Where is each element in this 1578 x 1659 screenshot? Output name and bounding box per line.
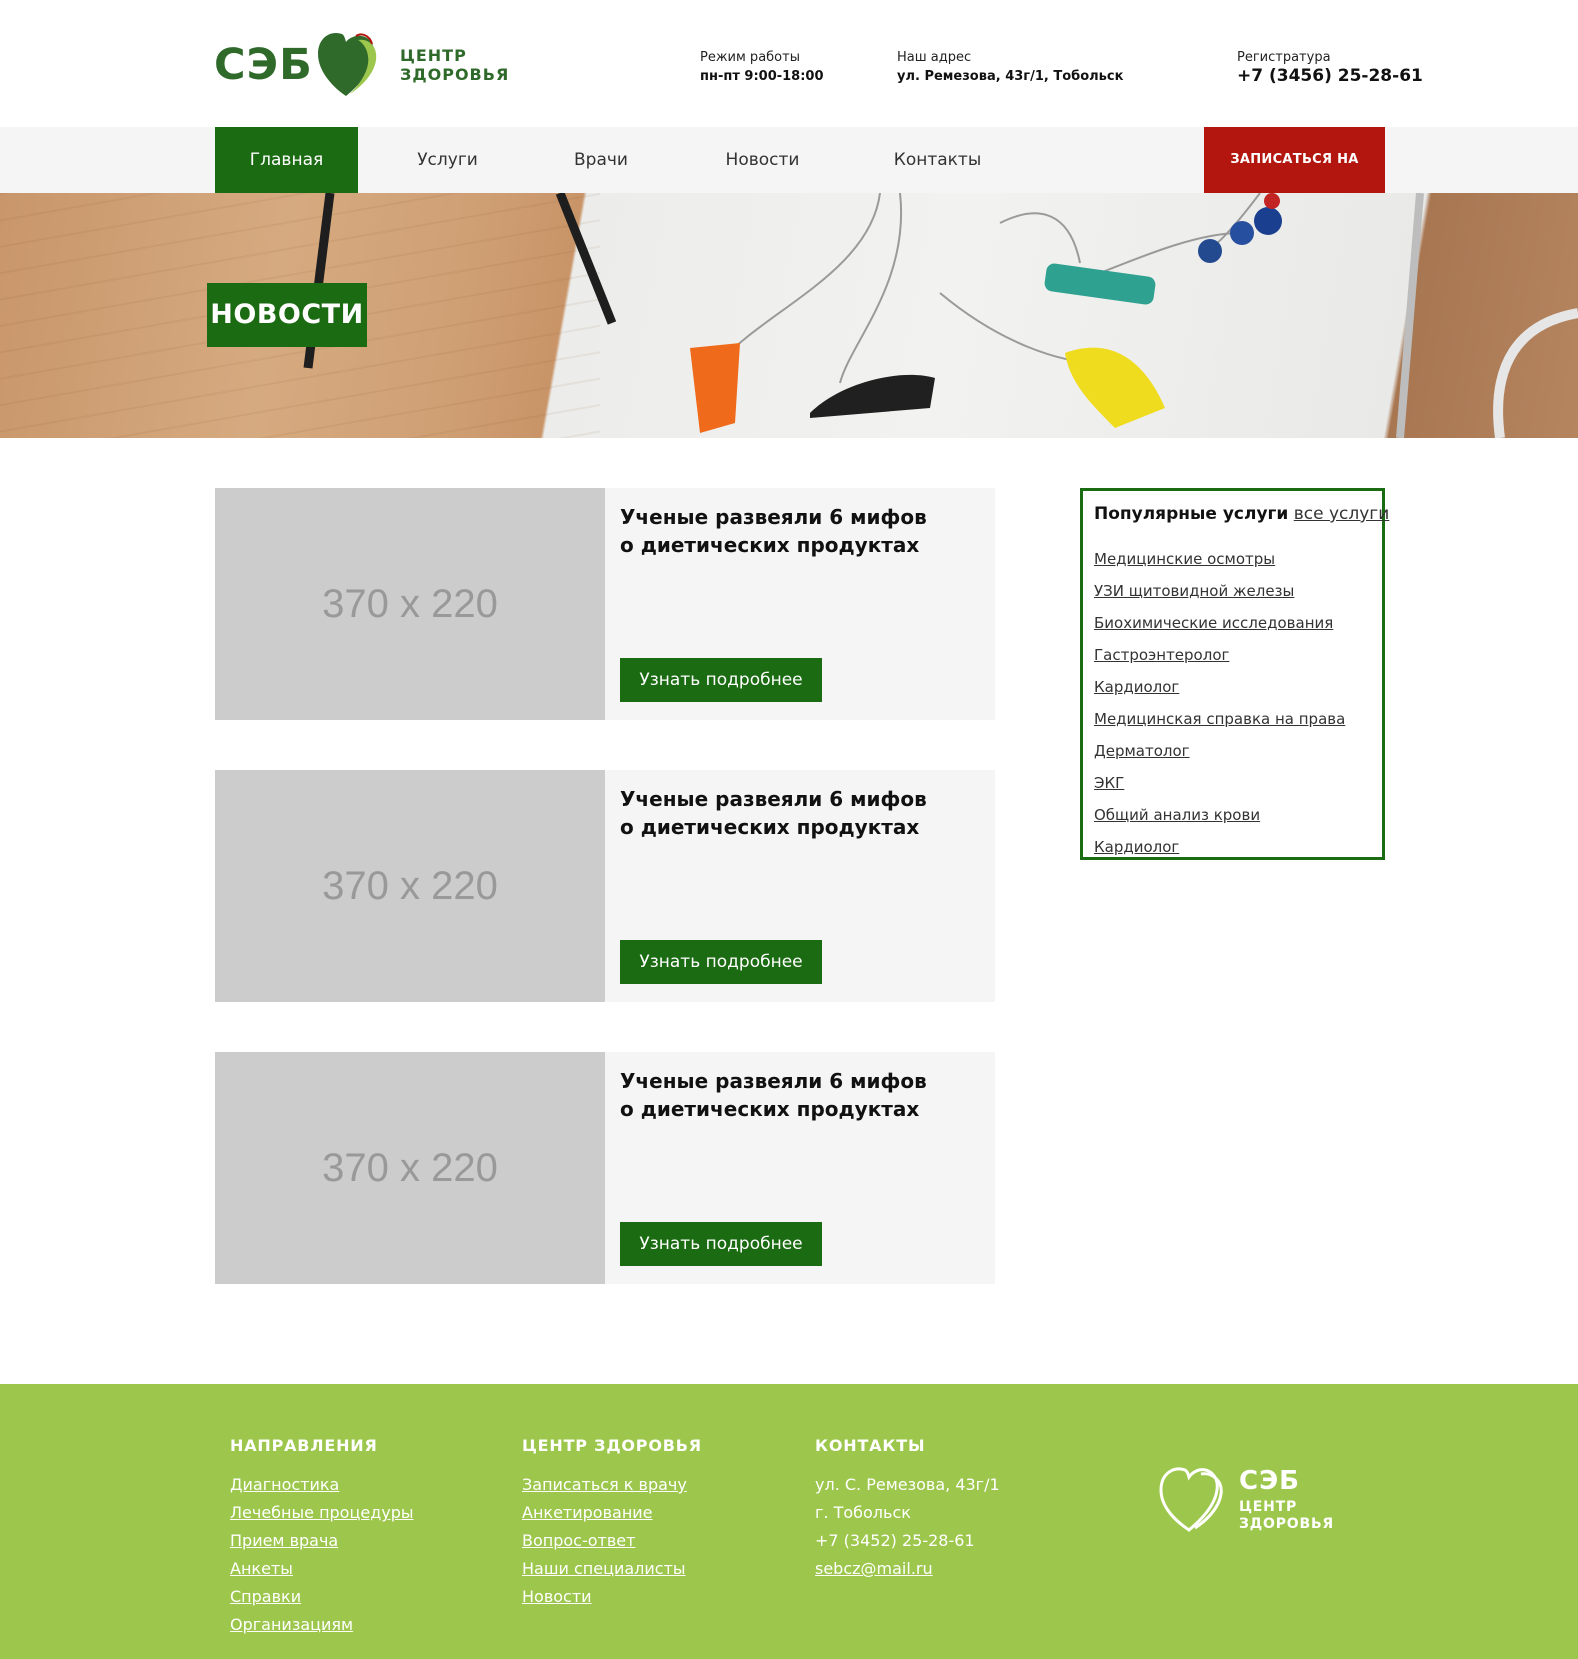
main-nav: Главная Услуги Врачи Новости Контакты ЗА… bbox=[0, 127, 1578, 233]
logo-line-1: ЦЕНТР bbox=[400, 46, 467, 65]
service-link[interactable]: Кардиолог bbox=[1094, 831, 1345, 863]
news-title-line-2: о диетических продуктах bbox=[620, 1097, 920, 1121]
footer-heart-logo-icon bbox=[1159, 1467, 1223, 1532]
nav-item-news[interactable]: Новости bbox=[700, 127, 825, 193]
nav-item-contacts[interactable]: Контакты bbox=[870, 127, 1005, 193]
service-link[interactable]: Кардиолог bbox=[1094, 671, 1345, 703]
news-title-line-2: о диетических продуктах bbox=[620, 533, 920, 557]
footer-directions-title: НАПРАВЛЕНИЯ bbox=[230, 1436, 378, 1455]
news-card: 370 x 220 Ученые развеяли 6 мифов о диет… bbox=[215, 1052, 995, 1284]
footer-logo[interactable]: СЭБ ЦЕНТР ЗДОРОВЬЯ bbox=[1157, 1464, 1333, 1536]
footer-link[interactable]: Организациям bbox=[230, 1611, 414, 1639]
logo-line-2: ЗДОРОВЬЯ bbox=[400, 65, 510, 84]
footer-contacts: КОНТАКТЫ ул. С. Ремезова, 43г/1 г. Тобол… bbox=[815, 1436, 1000, 1583]
registry-info: Регистратура +7 (3456) 25-28-61 bbox=[1237, 48, 1423, 86]
footer-health-center: ЦЕНТР ЗДОРОВЬЯ Записаться к врачу Анкети… bbox=[522, 1436, 702, 1611]
news-title-line-1: Ученые развеяли 6 мифов bbox=[620, 1069, 927, 1093]
popular-services-panel: Популярные услуги все услуги Медицинские… bbox=[1080, 488, 1389, 863]
footer-email-link[interactable]: sebcz@mail.ru bbox=[815, 1555, 1000, 1583]
footer-directions: НАПРАВЛЕНИЯ Диагностика Лечебные процеду… bbox=[230, 1436, 414, 1639]
service-link[interactable]: Медицинская справка на права bbox=[1094, 703, 1345, 735]
news-title[interactable]: Ученые развеяли 6 мифов о диетических пр… bbox=[620, 785, 960, 841]
working-hours-label: Режим работы bbox=[700, 50, 800, 65]
service-link[interactable]: Гастроэнтеролог bbox=[1094, 639, 1345, 671]
popular-services-list: Медицинские осмотры УЗИ щитовидной желез… bbox=[1094, 543, 1345, 863]
footer-address-line-1: ул. С. Ремезова, 43г/1 bbox=[815, 1475, 1000, 1494]
popular-services-title: Популярные услуги bbox=[1094, 504, 1289, 524]
read-more-button[interactable]: Узнать подробнее bbox=[620, 658, 822, 702]
nav-item-home[interactable]: Главная bbox=[215, 127, 358, 193]
nav-item-doctors[interactable]: Врачи bbox=[545, 127, 657, 193]
footer-logo-abbreviation: СЭБ bbox=[1239, 1466, 1300, 1496]
read-more-button[interactable]: Узнать подробнее bbox=[620, 940, 822, 984]
footer-link[interactable]: Прием врача bbox=[230, 1527, 414, 1555]
footer-link[interactable]: Лечебные процедуры bbox=[230, 1499, 414, 1527]
registry-label: Регистратура bbox=[1237, 50, 1331, 65]
footer-link[interactable]: Диагностика bbox=[230, 1471, 414, 1499]
nav-item-services[interactable]: Услуги bbox=[390, 127, 505, 193]
site-footer: НАПРАВЛЕНИЯ Диагностика Лечебные процеду… bbox=[0, 1384, 1578, 1659]
hero-banner: НОВОСТИ bbox=[0, 193, 1578, 438]
news-title-line-2: о диетических продуктах bbox=[620, 815, 920, 839]
news-title-line-1: Ученые развеяли 6 мифов bbox=[620, 787, 927, 811]
logo-abbreviation: СЭБ bbox=[214, 40, 313, 90]
service-link[interactable]: Общий анализ крови bbox=[1094, 799, 1345, 831]
footer-link[interactable]: Новости bbox=[522, 1583, 702, 1611]
address-info: Наш адрес ул. Ремезова, 43г/1, Тобольск bbox=[897, 48, 1123, 86]
footer-link[interactable]: Анкеты bbox=[230, 1555, 414, 1583]
footer-logo-line-1: ЦЕНТР bbox=[1239, 1499, 1298, 1515]
footer-address-line-2: г. Тобольск bbox=[815, 1503, 911, 1522]
footer-link[interactable]: Наши специалисты bbox=[522, 1555, 702, 1583]
read-more-button[interactable]: Узнать подробнее bbox=[620, 1222, 822, 1266]
popular-services-header: Популярные услуги все услуги bbox=[1094, 504, 1389, 524]
news-image-placeholder[interactable]: 370 x 220 bbox=[215, 488, 605, 720]
service-link[interactable]: Дерматолог bbox=[1094, 735, 1345, 767]
news-title[interactable]: Ученые развеяли 6 мифов о диетических пр… bbox=[620, 1067, 960, 1123]
footer-link[interactable]: Вопрос-ответ bbox=[522, 1527, 702, 1555]
news-card: 370 x 220 Ученые развеяли 6 мифов о диет… bbox=[215, 488, 995, 720]
hero-title: НОВОСТИ bbox=[207, 283, 367, 347]
news-image-placeholder[interactable]: 370 x 220 bbox=[215, 1052, 605, 1284]
footer-health-center-title: ЦЕНТР ЗДОРОВЬЯ bbox=[522, 1436, 702, 1455]
footer-link[interactable]: Справки bbox=[230, 1583, 414, 1611]
footer-logo-line-2: ЗДОРОВЬЯ bbox=[1239, 1516, 1335, 1532]
registry-phone[interactable]: +7 (3456) 25-28-61 bbox=[1237, 67, 1423, 86]
heart-logo-icon bbox=[318, 32, 377, 96]
news-title-line-1: Ученые развеяли 6 мифов bbox=[620, 505, 927, 529]
footer-link[interactable]: Записаться к врачу bbox=[522, 1471, 702, 1499]
footer-link[interactable]: Анкетирование bbox=[522, 1499, 702, 1527]
footer-contacts-title: КОНТАКТЫ bbox=[815, 1436, 926, 1455]
news-image-placeholder[interactable]: 370 x 220 bbox=[215, 770, 605, 1002]
service-link[interactable]: Медицинские осмотры bbox=[1094, 543, 1345, 575]
all-services-link[interactable]: все услуги bbox=[1294, 504, 1390, 524]
news-title[interactable]: Ученые развеяли 6 мифов о диетических пр… bbox=[620, 503, 960, 559]
service-link[interactable]: Биохимические исследования bbox=[1094, 607, 1345, 639]
service-link[interactable]: ЭКГ bbox=[1094, 767, 1345, 799]
footer-phone[interactable]: +7 (3452) 25-28-61 bbox=[815, 1527, 1000, 1555]
address-value: ул. Ремезова, 43г/1, Тобольск bbox=[897, 69, 1124, 84]
news-card: 370 x 220 Ученые развеяли 6 мифов о диет… bbox=[215, 770, 995, 1002]
book-appointment-button[interactable]: ЗАПИСАТЬСЯ НА ПРИЕМ bbox=[1204, 127, 1385, 233]
site-header: СЭБ ЦЕНТР ЗДОРОВЬЯ Режим работы пн-пт 9:… bbox=[0, 0, 1578, 127]
footer-logo-text: ЦЕНТР ЗДОРОВЬЯ bbox=[1239, 1499, 1334, 1533]
site-logo[interactable]: СЭБ ЦЕНТР ЗДОРОВЬЯ bbox=[214, 28, 508, 102]
logo-text: ЦЕНТР ЗДОРОВЬЯ bbox=[400, 46, 509, 84]
service-link[interactable]: УЗИ щитовидной железы bbox=[1094, 575, 1345, 607]
working-hours-value: пн-пт 9:00-18:00 bbox=[700, 69, 824, 84]
address-label: Наш адрес bbox=[897, 50, 972, 65]
working-hours: Режим работы пн-пт 9:00-18:00 bbox=[700, 48, 824, 86]
